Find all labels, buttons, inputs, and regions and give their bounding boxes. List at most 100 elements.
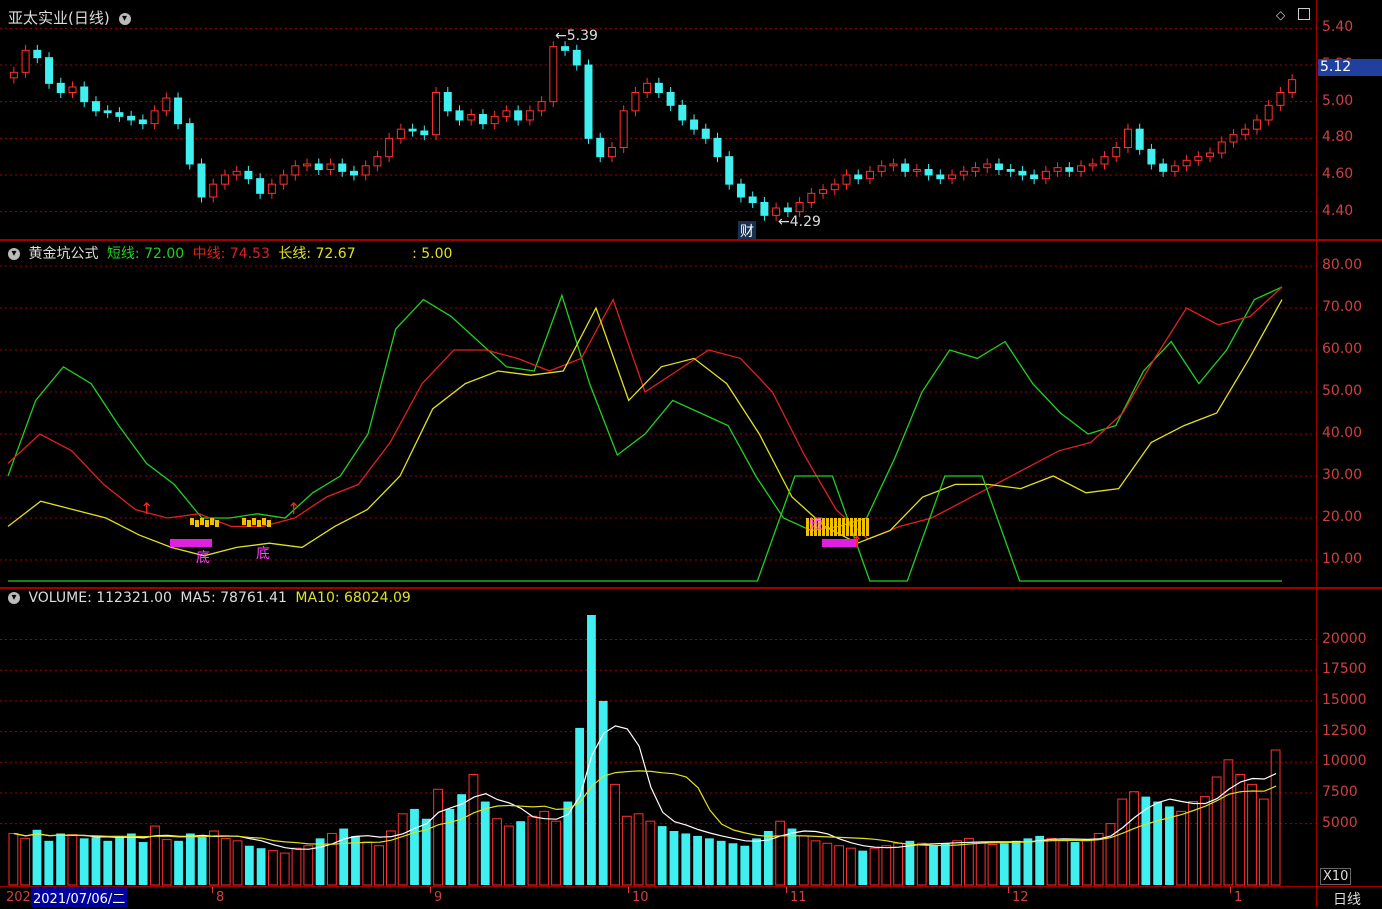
- candle-down: [33, 49, 42, 59]
- candle-down: [1135, 128, 1144, 150]
- volume-bar-down: [185, 833, 195, 885]
- candle-down: [1018, 170, 1027, 176]
- volume-bar-down: [516, 821, 526, 885]
- signal-bar: [846, 518, 849, 536]
- volume-bar-up: [1270, 749, 1281, 886]
- volume-bar-down: [999, 843, 1009, 885]
- candle-up: [385, 137, 394, 158]
- signal-bar: [838, 518, 841, 536]
- candle-up: [877, 165, 886, 172]
- volume-bar-up: [20, 837, 31, 886]
- candle-down: [174, 97, 183, 125]
- volume-bar-down: [457, 794, 467, 885]
- candlestick-chart[interactable]: [0, 0, 1316, 240]
- volume-bar-up: [291, 847, 302, 886]
- candle-up: [549, 46, 558, 103]
- volume-bar-down: [244, 845, 254, 885]
- volume-bar-up: [645, 820, 656, 886]
- volume-pane[interactable]: ▾ VOLUME: 112321.00 MA5: 78761.41 MA10: …: [0, 589, 1382, 887]
- axis-tick-label: 4.40: [1322, 202, 1354, 219]
- volume-bar-up: [1129, 791, 1139, 886]
- volume-bar-up: [822, 842, 833, 886]
- volume-bar-up: [881, 845, 892, 886]
- volume-bar-up: [1258, 798, 1269, 886]
- candle-down: [420, 130, 429, 136]
- month-label: 9: [434, 890, 443, 905]
- candle-down: [666, 92, 675, 106]
- volume-bar-up: [834, 845, 845, 886]
- volume-bar-up: [987, 844, 998, 886]
- signal-bar: [826, 518, 829, 536]
- volume-bar-up: [539, 810, 550, 886]
- volume-bar-down: [103, 840, 113, 885]
- indicator-pane[interactable]: ▾ 黄金坑公式 短线: 72.00 中线: 74.53 长线: 72.67 : …: [0, 241, 1382, 587]
- candle-up: [490, 115, 499, 125]
- current-price-tag: 5.12: [1318, 59, 1382, 76]
- candle-up: [643, 82, 652, 94]
- candle-down: [690, 119, 699, 130]
- axis-tick-label: 60.00: [1322, 341, 1363, 357]
- volume-bar-down: [716, 840, 726, 885]
- candle-up: [830, 183, 839, 191]
- volume-bar-down: [681, 833, 691, 885]
- candle-down: [654, 82, 663, 94]
- volume-bar-up: [621, 815, 632, 886]
- volume-bar-up: [798, 835, 809, 886]
- volume-bar-down: [79, 838, 89, 885]
- period-button[interactable]: 日线: [1333, 889, 1361, 909]
- volume-bar-up: [468, 774, 479, 886]
- volume-bar-down: [669, 831, 679, 885]
- price-pane[interactable]: 亚太实业(日线) ▾ ◇ ←5.39 ←4.29 财 5.405.205.004…: [0, 0, 1382, 241]
- long-line: [7, 299, 1283, 557]
- up-arrow-icon: ↑: [287, 499, 300, 518]
- volume-bar-up: [268, 850, 278, 886]
- axis-tick-label: 20000: [1322, 630, 1367, 647]
- volume-bar-up: [610, 783, 620, 886]
- volume-chart[interactable]: [0, 589, 1316, 887]
- candle-up: [1264, 104, 1273, 121]
- selected-date[interactable]: 2021/07/06/二: [31, 888, 128, 907]
- signal-bar: [205, 520, 209, 527]
- candle-up: [373, 156, 382, 167]
- volume-bar-up: [433, 788, 443, 886]
- axis-tick-label: 5.40: [1322, 19, 1354, 36]
- volume-bar-up: [1117, 798, 1128, 886]
- fin-badge[interactable]: 财: [738, 221, 756, 241]
- indicator-chart[interactable]: ↑ ↑ ↑: [0, 241, 1316, 587]
- ma5-line: [13, 725, 1277, 850]
- signal-bar: [257, 520, 261, 527]
- volume-bar-up: [1105, 823, 1116, 886]
- candle-up: [959, 170, 968, 176]
- candle-up: [842, 174, 851, 185]
- signal-bar: [267, 520, 271, 527]
- month-label: 12: [1012, 890, 1029, 905]
- candle-up: [361, 165, 370, 176]
- month-tick: [786, 887, 787, 893]
- volume-bar-down: [598, 700, 608, 885]
- candle-down: [725, 156, 734, 185]
- candle-up: [983, 163, 992, 169]
- candle-up: [1276, 92, 1285, 106]
- signal-bar: [834, 518, 837, 536]
- volume-bar-up: [893, 842, 904, 886]
- volume-bar-up: [161, 839, 172, 886]
- date-axis[interactable]: 202 8 9 10 11 12 1: [0, 887, 1316, 907]
- candle-up: [232, 170, 241, 176]
- volume-bar-down: [858, 850, 868, 885]
- candle-up: [1112, 147, 1121, 158]
- candle-down: [678, 104, 687, 121]
- month-tick: [430, 887, 431, 893]
- bottom-marker-1: 底: [196, 550, 210, 566]
- signal-bar: [242, 518, 246, 525]
- candle-up: [948, 174, 957, 180]
- candle-up: [9, 71, 18, 79]
- candle-down: [443, 92, 452, 112]
- candle-up: [1241, 128, 1250, 136]
- volume-bar-up: [551, 820, 561, 886]
- axis-tick-label: 5.00: [1322, 92, 1354, 109]
- candle-up: [150, 110, 159, 125]
- candle-up: [326, 163, 335, 170]
- volume-bar-down: [1153, 801, 1163, 885]
- candle-up: [1182, 159, 1191, 167]
- signal-bar: [842, 518, 845, 536]
